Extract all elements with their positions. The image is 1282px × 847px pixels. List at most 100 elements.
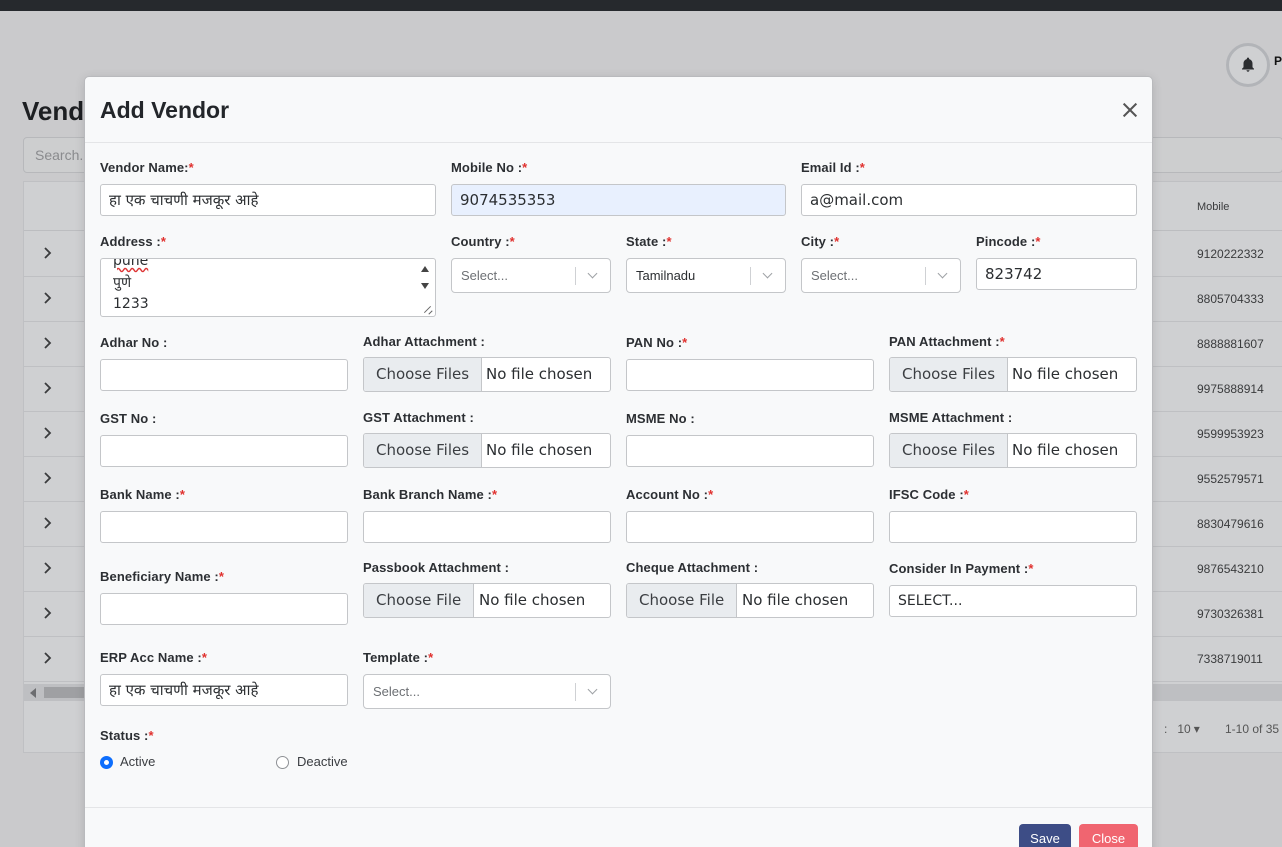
chevron-right-icon[interactable] xyxy=(40,291,54,305)
mobile-cell: 9599953923 xyxy=(1197,427,1264,441)
scroll-left-icon[interactable] xyxy=(30,688,36,698)
chevron-down-icon[interactable] xyxy=(588,686,597,695)
choose-files-button[interactable]: Choose Files xyxy=(890,434,1009,467)
add-vendor-modal: Add Vendor Vendor Name:* हा एक चाचणी मजक… xyxy=(84,76,1153,847)
choose-file-button[interactable]: Choose File xyxy=(364,584,475,617)
select-separator xyxy=(925,267,926,285)
gst-no-input[interactable] xyxy=(100,435,348,467)
rows-per-page-select[interactable]: 10 ▾ xyxy=(1171,722,1199,736)
pan-no-input[interactable] xyxy=(626,359,874,391)
chevron-right-icon[interactable] xyxy=(40,381,54,395)
consider-in-payment-label: Consider In Payment :* xyxy=(889,561,1034,576)
mobile-no-label: Mobile No :* xyxy=(451,160,528,175)
status-deactive-label[interactable]: Deactive xyxy=(297,754,348,769)
erp-acc-name-label: ERP Acc Name :* xyxy=(100,650,208,665)
adhar-no-input[interactable] xyxy=(100,359,348,391)
modal-footer-divider xyxy=(85,807,1152,808)
status-active-label[interactable]: Active xyxy=(120,754,155,769)
status-deactive-radio[interactable] xyxy=(276,756,289,769)
cheque-attachment-input[interactable]: Choose File No file chosen xyxy=(626,583,874,618)
template-select[interactable]: Select... xyxy=(363,674,611,709)
chevron-down-icon[interactable] xyxy=(938,270,947,279)
file-status: No file chosen xyxy=(486,441,593,459)
city-select[interactable]: Select... xyxy=(801,258,961,293)
choose-file-button[interactable]: Choose File xyxy=(627,584,738,617)
chevron-down-icon[interactable] xyxy=(763,270,772,279)
close-button[interactable]: Close xyxy=(1079,824,1138,847)
chevron-right-icon[interactable] xyxy=(40,246,54,260)
address-line: 1233 xyxy=(113,296,149,312)
ifsc-code-input[interactable] xyxy=(889,511,1137,543)
scroll-up-icon[interactable] xyxy=(421,266,429,272)
modal-title: Add Vendor xyxy=(100,97,230,123)
file-status: No file chosen xyxy=(742,591,849,609)
msme-no-input[interactable] xyxy=(626,435,874,467)
vendor-name-input[interactable]: हा एक चाचणी मजकूर आहे xyxy=(100,184,436,216)
chevron-right-icon[interactable] xyxy=(40,336,54,350)
adhar-attachment-input[interactable]: Choose Files No file chosen xyxy=(363,357,611,392)
save-button[interactable]: Save xyxy=(1019,824,1071,847)
mobile-cell: 9975888914 xyxy=(1197,382,1264,396)
choose-files-button[interactable]: Choose Files xyxy=(364,434,483,467)
pan-attachment-input[interactable]: Choose Files No file chosen xyxy=(889,357,1137,392)
state-label: State :* xyxy=(626,234,672,249)
country-select[interactable]: Select... xyxy=(451,258,611,293)
erp-acc-name-input[interactable]: हा एक चाचणी मजकूर आहे xyxy=(100,674,348,706)
file-status: No file chosen xyxy=(1012,365,1119,383)
ifsc-code-label: IFSC Code :* xyxy=(889,487,969,502)
state-select-value: Tamilnadu xyxy=(636,268,696,283)
choose-files-button[interactable]: Choose Files xyxy=(364,358,483,391)
chevron-down-icon[interactable] xyxy=(588,270,597,279)
scroll-down-icon[interactable] xyxy=(421,283,429,289)
pan-attachment-label: PAN Attachment :* xyxy=(889,334,1005,349)
user-name[interactable]: P xyxy=(1274,54,1282,68)
mobile-cell: 9552579571 xyxy=(1197,472,1264,486)
vendor-name-label: Vendor Name:* xyxy=(100,160,194,175)
select-separator xyxy=(575,267,576,285)
choose-files-button[interactable]: Choose Files xyxy=(890,358,1009,391)
consider-in-payment-select[interactable]: SELECT... xyxy=(889,585,1137,617)
address-textarea[interactable]: pune पुणे 1233 xyxy=(100,258,436,317)
chevron-right-icon[interactable] xyxy=(40,426,54,440)
chevron-right-icon[interactable] xyxy=(40,651,54,665)
gst-attachment-input[interactable]: Choose Files No file chosen xyxy=(363,433,611,468)
msme-no-label: MSME No : xyxy=(626,411,695,426)
passbook-attachment-input[interactable]: Choose File No file chosen xyxy=(363,583,611,618)
beneficiary-name-label: Beneficiary Name :* xyxy=(100,569,225,584)
mobile-no-input[interactable]: 9074535353 xyxy=(451,184,786,216)
status-label: Status :* xyxy=(100,728,154,743)
bank-name-input[interactable] xyxy=(100,511,348,543)
close-icon[interactable] xyxy=(1121,101,1139,119)
bank-branch-name-label: Bank Branch Name :* xyxy=(363,487,498,502)
chevron-right-icon[interactable] xyxy=(40,606,54,620)
mobile-cell: 7338719011 xyxy=(1197,652,1263,666)
select-separator xyxy=(750,267,751,285)
bank-branch-name-input[interactable] xyxy=(363,511,611,543)
mobile-cell: 9120222332 xyxy=(1197,247,1264,261)
account-no-input[interactable] xyxy=(626,511,874,543)
chevron-right-icon[interactable] xyxy=(40,561,54,575)
address-label: Address :* xyxy=(100,234,167,249)
notification-button[interactable] xyxy=(1226,43,1270,87)
msme-attachment-input[interactable]: Choose Files No file chosen xyxy=(889,433,1137,468)
state-select[interactable]: Tamilnadu xyxy=(626,258,786,293)
status-active-radio[interactable] xyxy=(100,756,113,769)
country-label: Country :* xyxy=(451,234,515,249)
column-header-mobile: Mobile xyxy=(1197,201,1230,213)
chevron-right-icon[interactable] xyxy=(40,471,54,485)
adhar-no-label: Adhar No : xyxy=(100,335,168,350)
chevron-right-icon[interactable] xyxy=(40,516,54,530)
select-separator xyxy=(575,683,576,701)
email-id-input[interactable]: a@mail.com xyxy=(801,184,1137,216)
country-select-value: Select... xyxy=(461,268,508,283)
pincode-input[interactable]: 823742 xyxy=(976,258,1137,290)
bank-name-label: Bank Name :* xyxy=(100,487,186,502)
gst-no-label: GST No : xyxy=(100,411,157,426)
bell-icon xyxy=(1242,57,1254,72)
beneficiary-name-input[interactable] xyxy=(100,593,348,625)
resize-handle-icon[interactable] xyxy=(423,304,433,314)
file-status: No file chosen xyxy=(479,591,586,609)
adhar-attachment-label: Adhar Attachment : xyxy=(363,334,485,349)
mobile-cell: 8888881607 xyxy=(1197,337,1264,351)
page-title: Vend xyxy=(22,96,85,126)
